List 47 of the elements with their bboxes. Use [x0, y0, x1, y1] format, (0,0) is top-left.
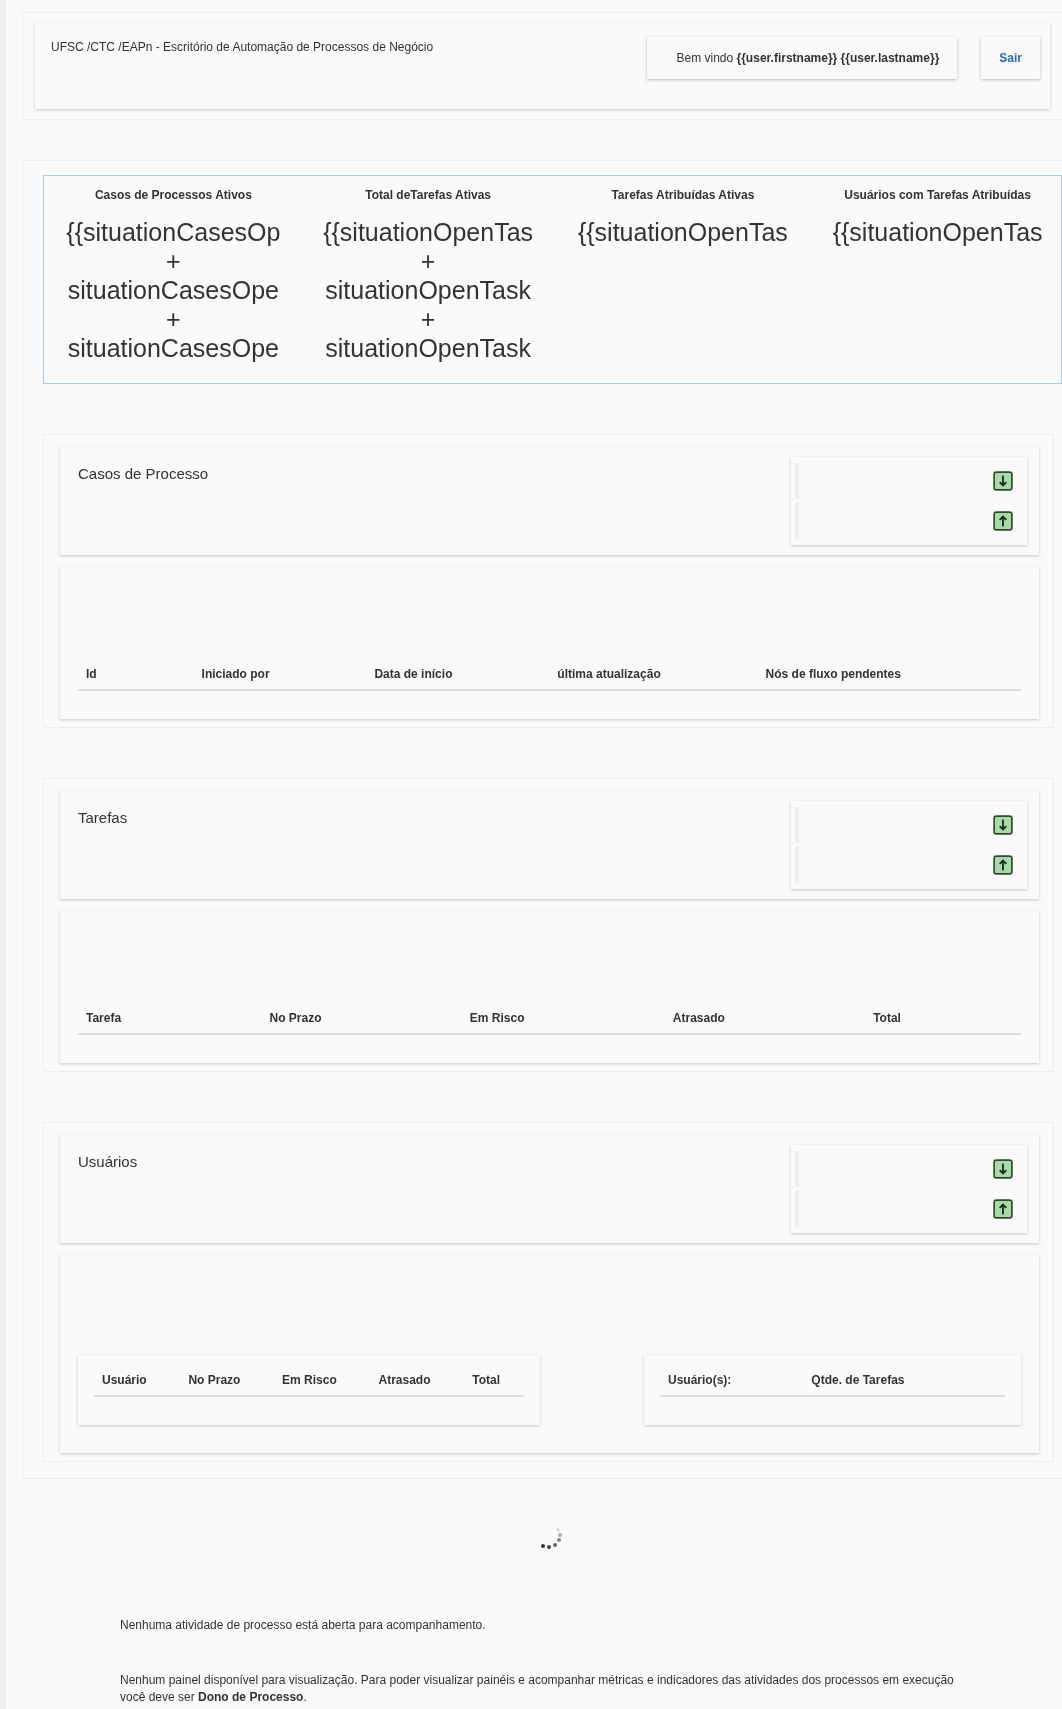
stat-label: Total deTarefas Ativas [365, 188, 492, 202]
section-title: Tarefas [78, 809, 128, 828]
stat-value: situationCasesOpe [67, 334, 279, 363]
download-icon[interactable] [993, 471, 1013, 491]
stat-value: {{situationOpenTas [323, 218, 534, 247]
stat-value: + [166, 247, 181, 276]
column-header: No Prazo [269, 1011, 322, 1025]
download-icon[interactable] [993, 815, 1013, 835]
stat-label: Tarefas Atribuídas Ativas [611, 188, 755, 202]
upload-icon[interactable] [993, 1199, 1013, 1219]
column-header: Qtde. de Tarefas [811, 1373, 905, 1387]
stat-value: + [166, 305, 181, 334]
stat-value: {{situationCasesOp [66, 218, 281, 247]
section-title: Usuários [78, 1153, 138, 1172]
column-header: Iniciado por [201, 667, 270, 681]
column-header: Id [86, 667, 97, 681]
column-header: Nós de fluxo pendentes [765, 667, 901, 681]
stat-label: Usuários com Tarefas Atribuídas [844, 188, 1031, 202]
column-header: Atrasado [378, 1373, 431, 1387]
column-header: Usuário [102, 1373, 147, 1387]
column-header: Data de início [374, 667, 453, 681]
stat-value: {{situationOpenTas [832, 218, 1043, 247]
app-title: UFSC /CTC /EAPn - Escritório de Automação de Processos de Negócio [51, 40, 435, 54]
stat-value: {{situationOpenTas [577, 218, 788, 247]
upload-icon[interactable] [993, 511, 1013, 531]
info-message: Nenhum painel disponível para visualização. Para poder visualizar painéis e acompanhar métricas e indicadores das atividades dos processos em execução você deve ser Dono de Processo. [120, 1672, 955, 1706]
column-header: Usuário(s): [668, 1373, 732, 1387]
column-header: Tarefa [86, 1011, 122, 1025]
stat-value: + [420, 305, 436, 334]
logout-button[interactable]: Sair [981, 37, 1040, 79]
stat-value: situationCasesOpe [67, 276, 279, 305]
column-header: última atualização [557, 667, 661, 681]
section-title: Casos de Processo [78, 465, 209, 484]
column-header: No Prazo [188, 1373, 241, 1387]
stat-value: + [420, 247, 436, 276]
column-header: Atrasado [672, 1011, 725, 1025]
stat-value: situationOpenTask [325, 276, 531, 305]
column-header: Total [873, 1011, 901, 1025]
stat-label: Casos de Processos Ativos [94, 188, 252, 202]
column-header: Em Risco [469, 1011, 525, 1025]
stat-value: situationOpenTask [325, 334, 531, 363]
column-header: Em Risco [282, 1373, 337, 1387]
column-header: Total [472, 1373, 500, 1387]
info-message: Nenhuma atividade de processo está aberta para acompanhamento. [120, 1617, 487, 1634]
upload-icon[interactable] [993, 855, 1013, 875]
download-icon[interactable] [993, 1159, 1013, 1179]
welcome-text: Bem vindo {{user.firstname}} {{user.lastname}} [676, 51, 940, 65]
